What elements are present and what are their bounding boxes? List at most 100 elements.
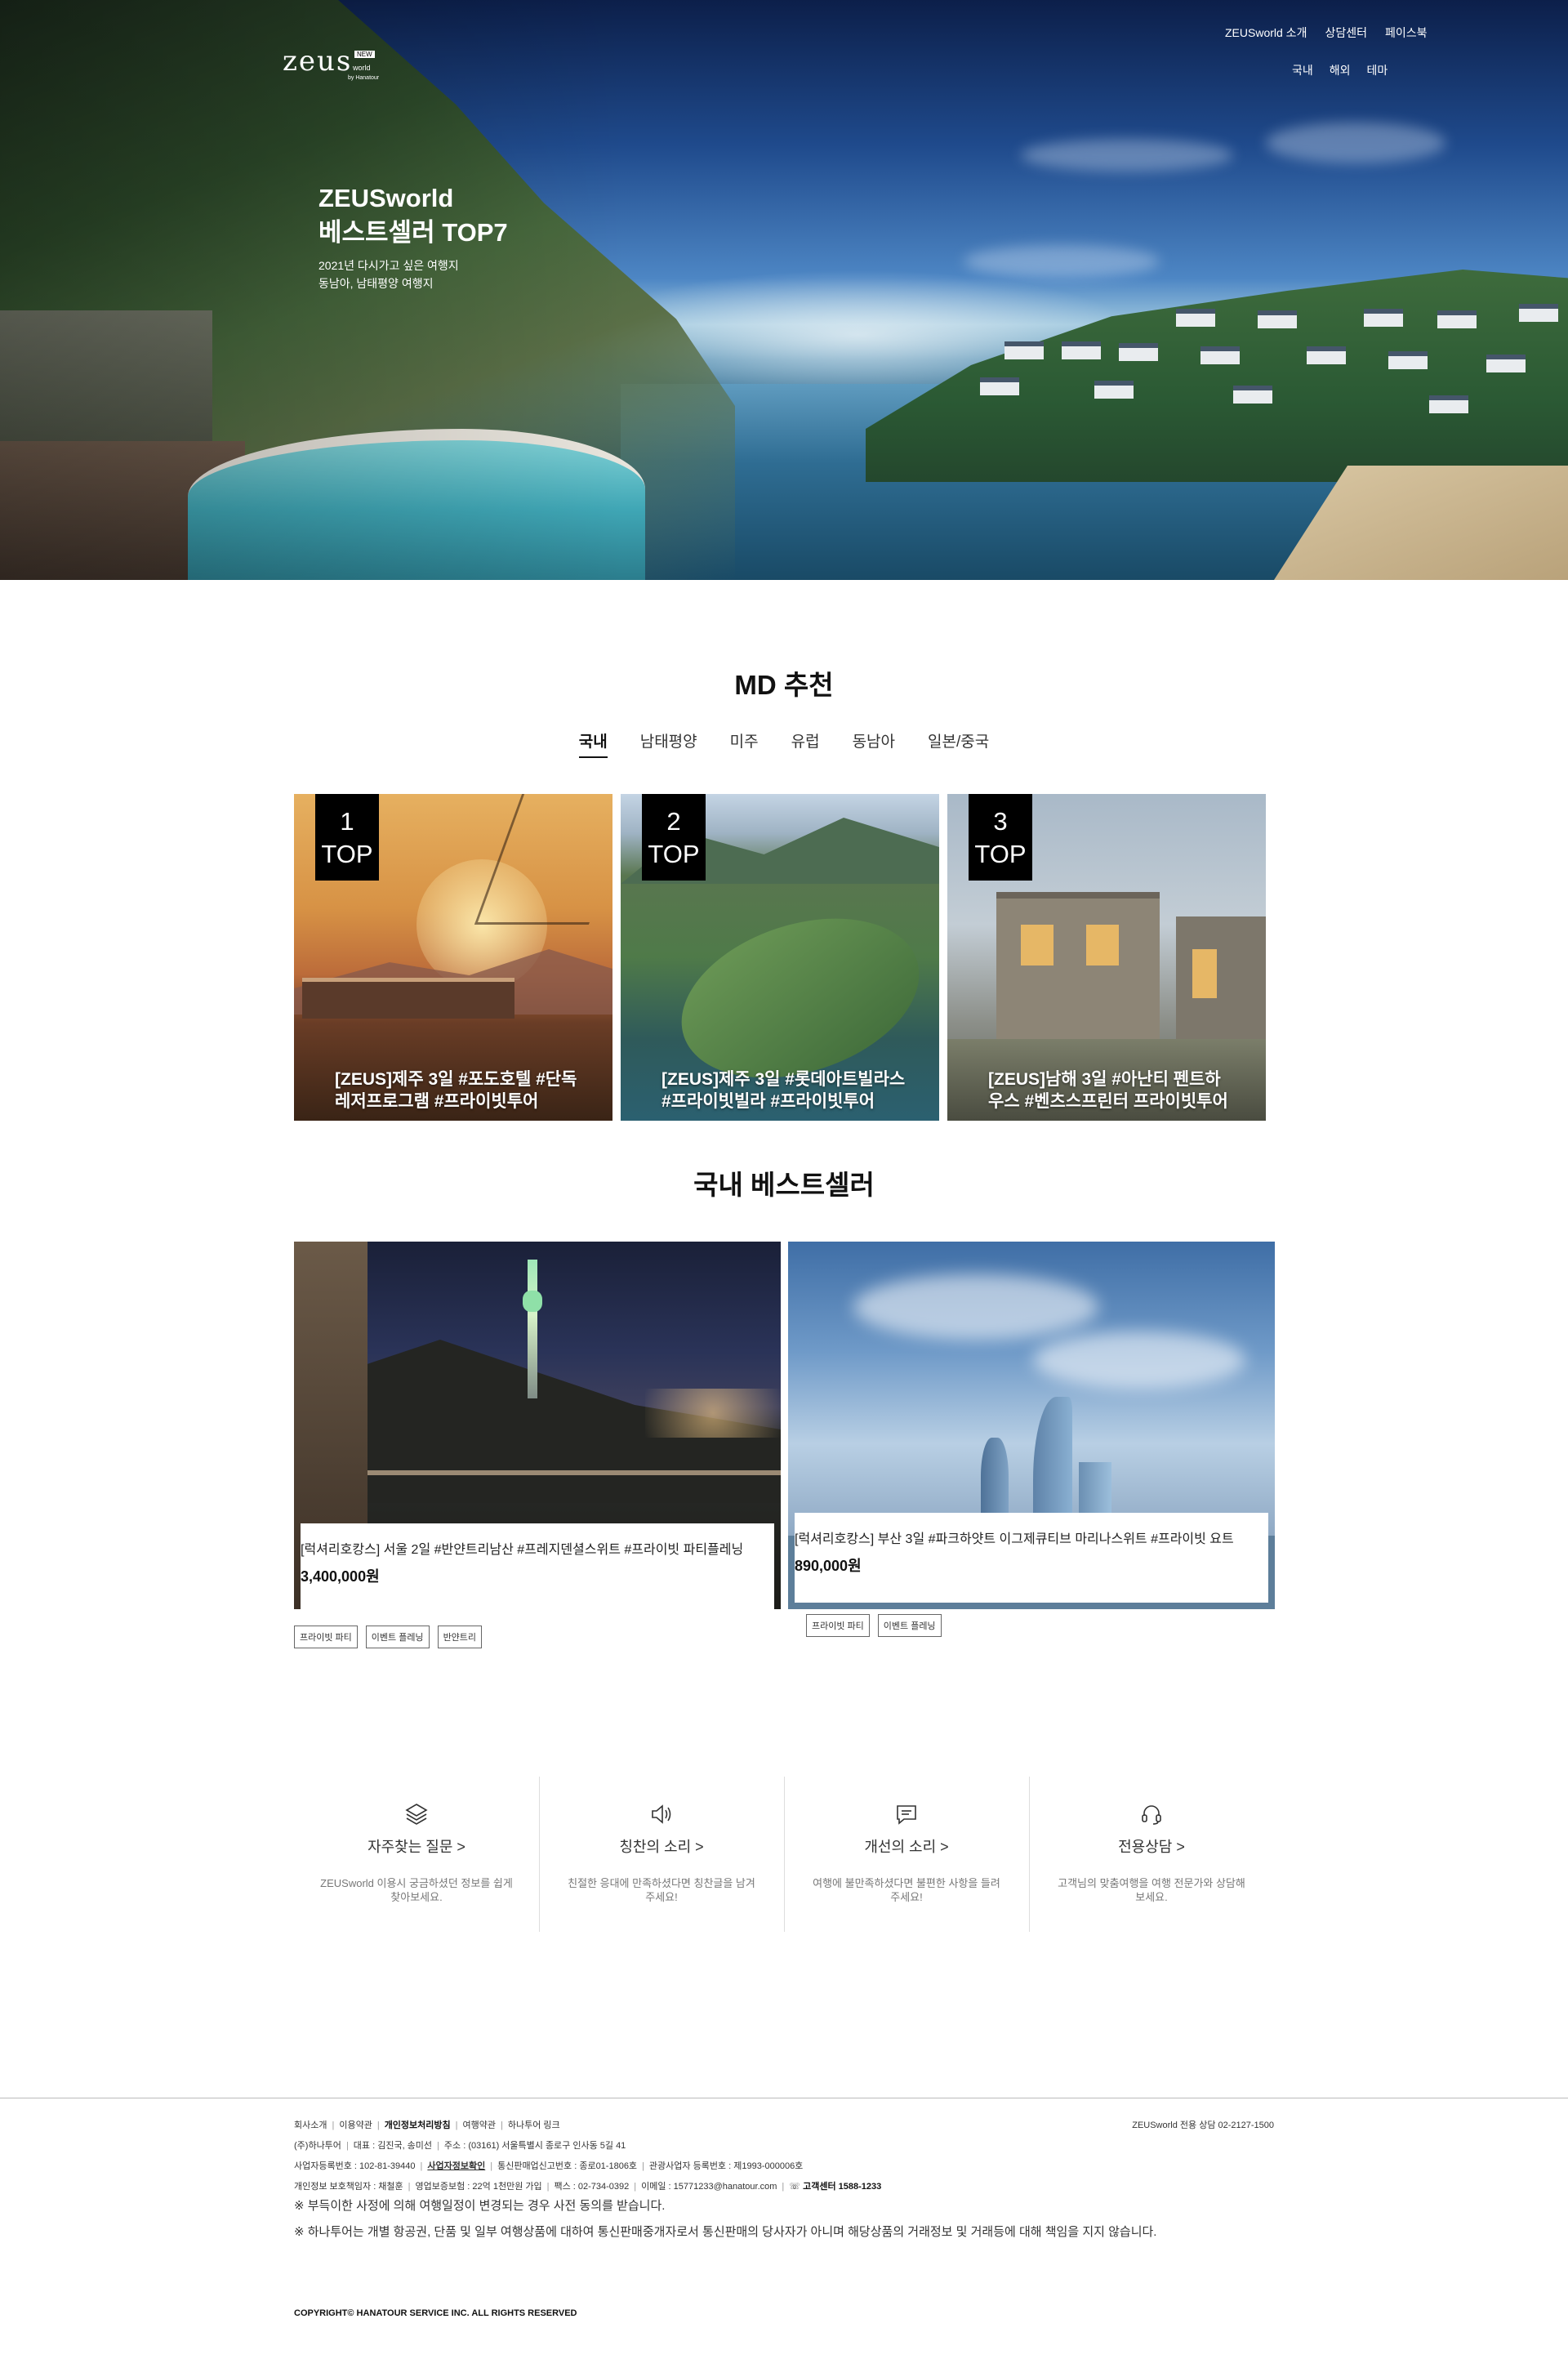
company-ceo: 대표 : 김진국, 송미선 [353,2141,433,2151]
tourism-number: 관광사업자 등록번호 : 제1993-000006호 [648,2161,804,2171]
tab-south-pacific[interactable]: 남태평양 [640,729,697,758]
product-tag[interactable]: 반얀트리 [437,1626,483,1648]
rank-label: TOP [648,840,700,868]
product-name: [럭셔리호캉스] 서울 2일 #반얀트리남산 #프레지덴셜스위트 #프라이빗 파… [301,1543,744,1557]
layers-icon [405,1804,428,1825]
product-tag[interactable]: 프라이빗 파티 [806,1614,870,1637]
service-title: 자주찾는 질문 > [368,1839,466,1855]
bestseller-card-2[interactable]: [럭셔리호캉스] 부산 3일 #파크하얏트 이그제큐티브 마리나스위트 #프라이… [788,1242,1275,1637]
product-price: 890,000원 [795,1558,862,1574]
card-window [1086,925,1119,966]
footer-hotline: ZEUSworld 전용 상담 02-2127-1500 [1132,2121,1274,2130]
privacy-officer: 개인정보 보호책임자 : 채철훈 [294,2182,403,2192]
footer-notice-1: ※ 부득이한 사정에 의해 여행일정이 변경되는 경우 사전 동의를 받습니다. [294,2199,666,2213]
hero-shade [0,0,1568,580]
service-faq[interactable]: 자주찾는 질문 > ZEUSworld 이용시 궁금하셨던 정보를 쉽게 찾아보… [294,1777,539,1932]
tab-americas[interactable]: 미주 [730,729,759,758]
nav-consult[interactable]: 상담센터 [1325,25,1367,41]
rank-badge: 1 TOP [315,794,379,881]
tab-southeast-asia[interactable]: 동남아 [853,729,895,758]
card-house [996,892,1160,1039]
footer-contact-info: 개인정보 보호책임자 : 채철훈 | 영업보증보험 : 22억 1천만원 가입 | 팩스… [294,2182,882,2192]
card-cloud [853,1274,1098,1340]
customer-center: 고객센터 1588-1233 [803,2182,882,2192]
fax-number: 팩스 : 02-734-0392 [554,2182,630,2192]
product-tag[interactable]: 이벤트 플레닝 [365,1626,430,1648]
copyright: COPYRIGHT© HANATOUR SERVICE INC. ALL RIG… [294,2308,577,2318]
zeus-logo[interactable]: zeus NEW world by Hanatour [283,47,381,83]
md-card-caption: [ZEUS]남해 3일 #아난티 펜트하우스 #벤츠스프린터 프라이빗투어 [988,1070,1228,1111]
md-tabs: 국내 남태평양 미주 유럽 동남아 일본/중국 [0,729,1568,758]
service-title: 개선의 소리 > [864,1839,949,1855]
card-cloud [1033,1331,1245,1389]
md-card-caption: [ZEUS]제주 3일 #롯데아트빌라스 #프라이빗빌라 #프라이빗투어 [662,1070,906,1111]
service-desc: 친절한 응대에 만족하셨다면 칭찬글을 남겨주세요! [568,1877,755,1903]
footer-link-travel-terms[interactable]: 여행약관 [463,2121,496,2130]
service-improvement[interactable]: 개선의 소리 > 여행에 불만족하셨다면 불편한 사항을 들려주세요! [784,1777,1029,1932]
business-info-link[interactable]: 사업자정보확인 [427,2161,485,2171]
nav-about[interactable]: ZEUSworld 소개 [1225,25,1307,41]
md-card-1[interactable]: 1 TOP [ZEUS]제주 3일 #포도호텔 #단독레저프로그램 #프라이빗투… [294,794,612,1121]
product-tag[interactable]: 프라이빗 파티 [294,1626,358,1648]
bestseller-info: [럭셔리호캉스] 서울 2일 #반얀트리남산 #프레지덴셜스위트 #프라이빗 파… [301,1523,774,1609]
md-card-caption: [ZEUS]제주 3일 #포도호텔 #단독레저프로그램 #프라이빗투어 [335,1070,577,1111]
footer-business-info: 사업자등록번호 : 102-81-39440 | 사업자정보확인 | 통신판매업신고번호… [294,2161,804,2171]
company-address: 주소 : (03161) 서울특별시 종로구 인사동 5길 41 [443,2141,626,2151]
nav-theme[interactable]: 테마 [1367,62,1388,78]
service-title: 칭찬의 소리 > [619,1839,704,1855]
card-window [1021,925,1054,966]
bestseller-card-1[interactable]: [럭셔리호캉스] 서울 2일 #반얀트리남산 #프레지덴셜스위트 #프라이빗 파… [294,1242,781,1648]
footer-links: 회사소개 | 이용약관 | 개인정보처리방침 | 여행약관 | 하나투어 링크 [294,2121,560,2130]
service-consult[interactable]: 전용상담 > 고객님의 맞춤여행을 여행 전문가와 상담해보세요. [1029,1777,1274,1932]
mail-order-number: 통신판매업신고번호 : 종로01-1806호 [497,2161,638,2171]
rank-label: TOP [321,840,373,868]
speaker-icon [652,1804,671,1824]
hero-subtitle-1: 2021년 다시가고 싶은 여행지 [318,259,459,272]
business-number: 사업자등록번호 : 102-81-39440 [294,2161,416,2171]
service-desc: ZEUSworld 이용시 궁금하셨던 정보를 쉽게 찾아보세요. [320,1877,513,1903]
card-rail [368,1470,781,1475]
product-name: [럭셔리호캉스] 부산 3일 #파크하얏트 이그제큐티브 마리나스위트 #프라이… [795,1532,1234,1546]
footer-notice-2: ※ 하나투어는 개별 항공권, 단품 및 일부 여행상품에 대하여 통신판매중개… [294,2225,1157,2239]
hero-text: ZEUSworld 베스트셀러 TOP7 2021년 다시가고 싶은 여행지 동… [318,181,508,292]
footer-link-hanatour[interactable]: 하나투어 링크 [508,2121,560,2130]
hero-subtitle-2: 동남아, 남태평양 여행지 [318,277,434,290]
product-tags: 프라이빗 파티 이벤트 플레닝 반얀트리 [294,1626,483,1648]
headset-icon [1142,1805,1161,1825]
footer-link-company[interactable]: 회사소개 [294,2121,327,2130]
footer-link-terms[interactable]: 이용약관 [339,2121,372,2130]
nav-domestic[interactable]: 국내 [1292,62,1313,78]
md-card-3[interactable]: 3 TOP [ZEUS]남해 3일 #아난티 펜트하우스 #벤츠스프린터 프라이… [947,794,1266,1121]
tab-europe[interactable]: 유럽 [791,729,820,758]
product-tag[interactable]: 이벤트 플레닝 [877,1614,942,1637]
service-desc: 여행에 불만족하셨다면 불편한 사항을 들려주세요! [813,1877,1000,1903]
chat-icon [897,1805,916,1825]
service-praise[interactable]: 칭찬의 소리 > 친절한 응대에 만족하셨다면 칭찬글을 남겨주세요! [539,1777,784,1932]
card-building [302,978,514,1019]
hero-title-1: ZEUSworld [318,184,454,212]
md-card-2[interactable]: 2 TOP [ZEUS]제주 3일 #롯데아트빌라스 #프라이빗빌라 #프라이빗… [621,794,939,1121]
logo-badge: NEW [354,51,375,58]
service-title: 전용상담 > [1118,1839,1185,1855]
company-name: (주)하나투어 [294,2141,341,2151]
rank-badge: 2 TOP [642,794,706,881]
tab-domestic[interactable]: 국내 [578,729,608,758]
nav-overseas[interactable]: 해외 [1330,62,1351,78]
bestseller-image: [럭셔리호캉스] 서울 2일 #반얀트리남산 #프레지덴셜스위트 #프라이빗 파… [294,1242,781,1609]
rank-number: 1 [340,807,354,836]
logo-by: by Hanatour [348,75,380,81]
footer-link-privacy[interactable]: 개인정보처리방침 [385,2121,451,2130]
card-window [1192,949,1217,998]
rank-number: 2 [666,807,681,836]
md-section-title: MD 추천 [734,670,834,700]
rank-badge: 3 TOP [969,794,1032,881]
footer: ZEUSworld 전용 상담 02-2127-1500 회사소개 | 이용약관 | 개… [294,2116,1274,2318]
hero-title-2: 베스트셀러 TOP7 [318,218,508,247]
nav-facebook[interactable]: 페이스북 [1385,25,1428,41]
card-city-lights [645,1389,781,1438]
guarantee-insurance: 영업보증보험 : 22억 1천만원 가입 [415,2182,542,2192]
email-address: 이메일 : 15771233@hanatour.com [641,2182,777,2192]
footer-company-info: (주)하나투어 | 대표 : 김진국, 송미선 | 주소 : (03161) 서울특별시… [294,2141,626,2151]
tab-japan-china[interactable]: 일본/중국 [928,729,989,758]
product-price: 3,400,000원 [301,1568,380,1585]
